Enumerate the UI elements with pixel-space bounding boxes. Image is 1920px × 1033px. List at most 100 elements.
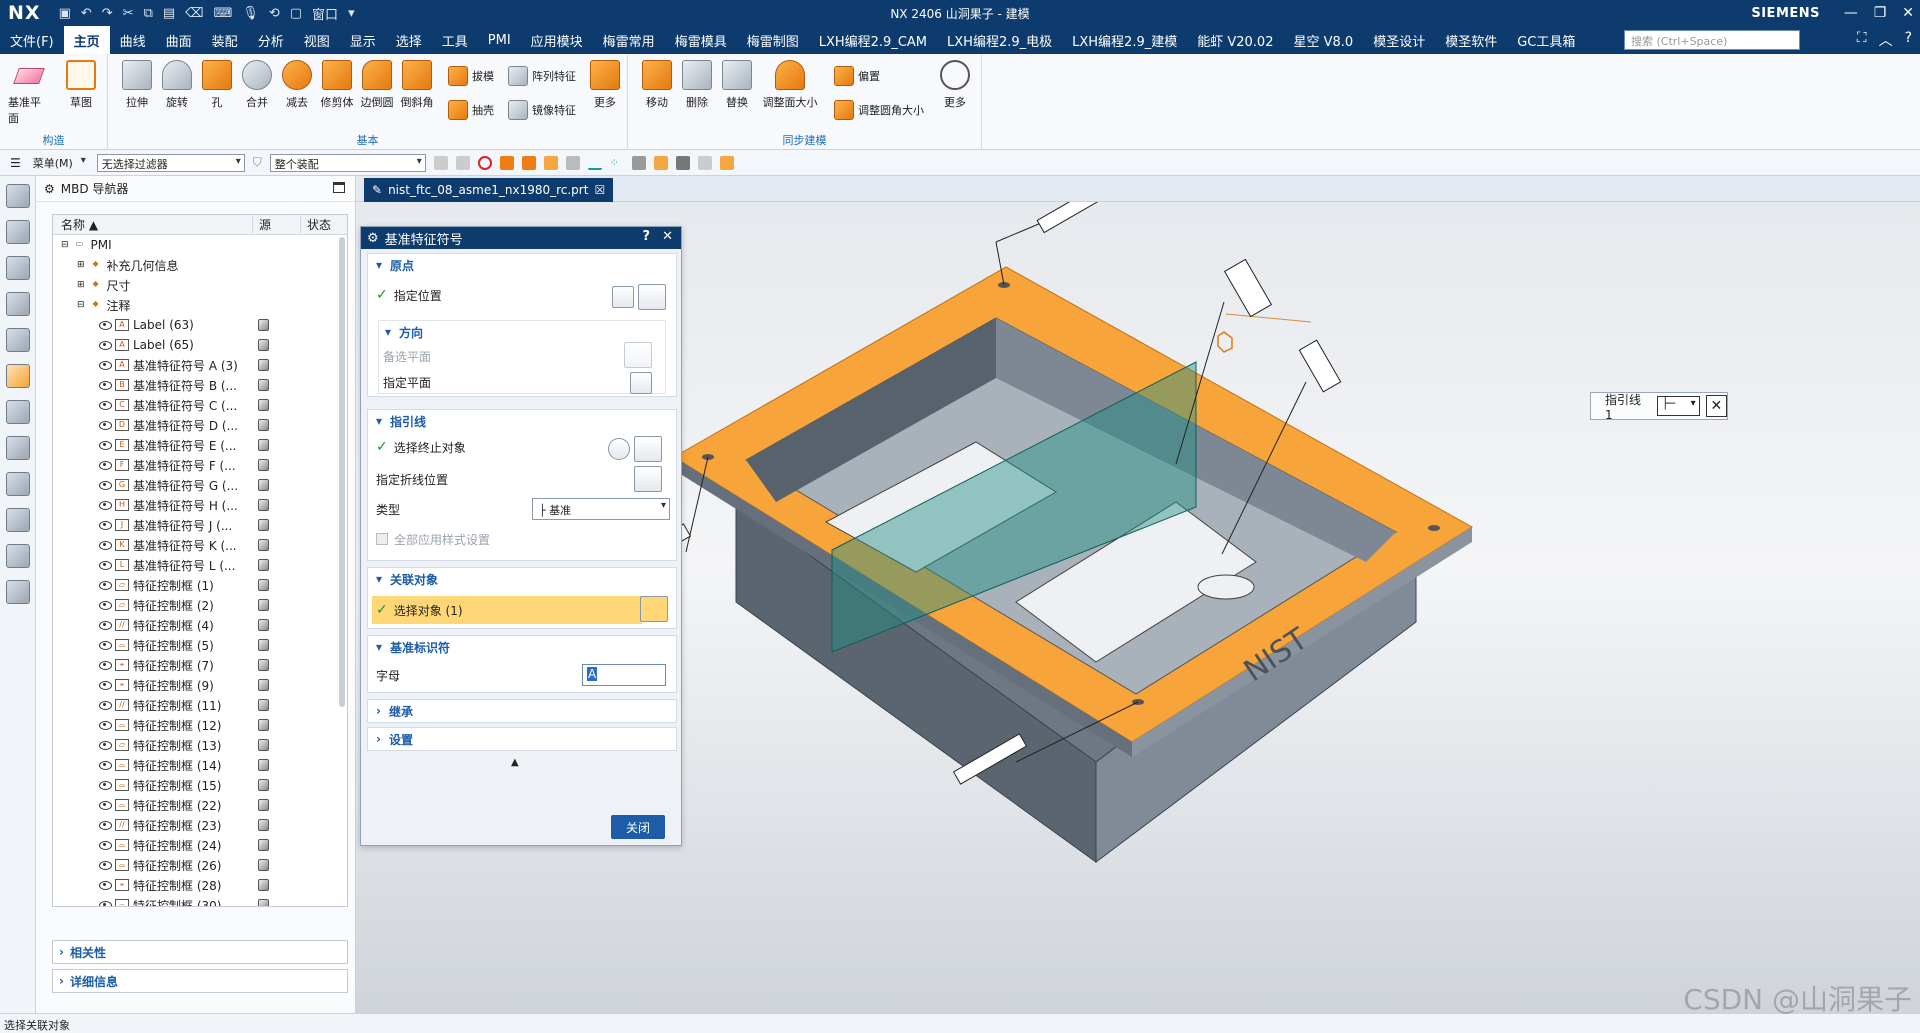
tree-node-pmi[interactable]: ⊟ ▭ PMI xyxy=(53,235,347,255)
selection-intent-icon[interactable] xyxy=(653,155,668,170)
select-general-icon[interactable] xyxy=(433,155,448,170)
box-select-icon[interactable] xyxy=(697,155,712,170)
expand-icon[interactable]: ⊞ xyxy=(77,260,85,270)
menu-file[interactable]: 文件(F) xyxy=(0,26,64,54)
visibility-eye-icon[interactable] xyxy=(99,620,112,630)
deselect-all-icon[interactable] xyxy=(477,155,492,170)
visibility-eye-icon[interactable] xyxy=(99,800,112,810)
leader-type-select[interactable]: ├ 基准 xyxy=(532,498,670,520)
window-menu[interactable]: 窗口 xyxy=(312,4,338,23)
sketch-button[interactable]: 草图 xyxy=(60,60,102,110)
column-name[interactable]: 名称 ▲ xyxy=(53,216,253,233)
tree-row-annotation[interactable]: J 基准特征符号 J (... xyxy=(53,515,347,535)
visibility-eye-icon[interactable] xyxy=(99,380,112,390)
tree-row-annotation[interactable]: H 基准特征符号 H (... xyxy=(53,495,347,515)
history-icon[interactable] xyxy=(6,508,30,532)
tree-scrollbar[interactable] xyxy=(339,237,345,707)
menu-lxh-modeling[interactable]: LXH编程2.9_建模 xyxy=(1062,26,1187,54)
select-feature-icon[interactable] xyxy=(455,155,470,170)
visibility-eye-icon[interactable] xyxy=(99,560,112,570)
visibility-eye-icon[interactable] xyxy=(99,640,112,650)
settings-gear-icon[interactable] xyxy=(6,184,30,208)
visibility-eye-icon[interactable] xyxy=(99,400,112,410)
tree-row-annotation[interactable]: ⌖ 特征控制框 (7) xyxy=(53,655,347,675)
tree-row-annotation[interactable]: ⌓ 特征控制框 (30) xyxy=(53,895,347,906)
curve-rule-icon[interactable] xyxy=(587,156,602,170)
unite-button[interactable]: 合并 xyxy=(236,60,278,110)
tree-row-annotation[interactable]: ⌖ 特征控制框 (9) xyxy=(53,675,347,695)
menu-analysis[interactable]: 分析 xyxy=(248,26,294,54)
dialog-settings-icon[interactable]: ⚙ xyxy=(367,231,379,246)
copy-icon[interactable]: ⧉ xyxy=(144,6,153,21)
move-face-button[interactable]: 移动 xyxy=(636,60,678,110)
edge-blend-button[interactable]: 边倒圆 xyxy=(356,60,398,110)
menu-display[interactable]: 显示 xyxy=(340,26,386,54)
cut-icon[interactable]: ✂ xyxy=(123,6,134,21)
section-header-settings[interactable]: › 设置 xyxy=(368,728,676,750)
visibility-eye-icon[interactable] xyxy=(99,320,112,330)
paste-icon[interactable]: ▤ xyxy=(163,6,175,21)
filter-icon[interactable]: ⛉ xyxy=(253,155,262,170)
menu-pmi[interactable]: PMI xyxy=(478,26,521,54)
close-button[interactable]: 关闭 xyxy=(611,815,665,839)
visibility-eye-icon[interactable] xyxy=(99,680,112,690)
tree-row-annotation[interactable]: A 基准特征符号 A (3) xyxy=(53,355,347,375)
repeat-command-icon[interactable]: ⟲ xyxy=(269,6,280,21)
visibility-eye-icon[interactable] xyxy=(99,480,112,490)
system-materials-icon[interactable] xyxy=(6,544,30,568)
restore-icon[interactable]: ❐ xyxy=(1874,5,1887,21)
tree-row-annotation[interactable]: K 基准特征符号 K (... xyxy=(53,535,347,555)
section-header-associated-objects[interactable]: ▾ 关联对象 xyxy=(368,568,676,590)
select-point-icon[interactable] xyxy=(565,155,580,170)
collapse-icon[interactable]: ⊟ xyxy=(77,300,85,310)
tree-row-annotation[interactable]: ⌓ 特征控制框 (12) xyxy=(53,715,347,735)
menu-icon[interactable]: ☰ xyxy=(10,156,21,170)
menu-nengxia[interactable]: 能虾 V20.02 xyxy=(1187,26,1283,54)
delete-face-button[interactable]: 删除 xyxy=(676,60,718,110)
revolve-button[interactable]: 旋转 xyxy=(156,60,198,110)
tree-row-annotation[interactable]: E 基准特征符号 E (... xyxy=(53,435,347,455)
visibility-eye-icon[interactable] xyxy=(99,520,112,530)
hd3d-tools-icon[interactable] xyxy=(6,400,30,424)
window-icon[interactable]: ▢ xyxy=(290,6,302,21)
close-icon[interactable]: ✕ xyxy=(1902,5,1914,21)
chamfer-button[interactable]: 倒斜角 xyxy=(396,60,438,110)
assembly-navigator-icon[interactable] xyxy=(6,220,30,244)
redo-icon[interactable]: ↷ xyxy=(102,6,113,21)
visibility-eye-icon[interactable] xyxy=(99,440,112,450)
tree-row-annotation[interactable]: A Label (63) xyxy=(53,315,347,335)
more-basic-button[interactable]: 更多 xyxy=(584,60,626,110)
chevron-down-icon[interactable]: ▾ xyxy=(348,6,355,21)
visibility-eye-icon[interactable] xyxy=(99,720,112,730)
tree-row-annotation[interactable]: ▱ 特征控制框 (2) xyxy=(53,595,347,615)
tree-row-annotation[interactable]: ⌓ 特征控制框 (24) xyxy=(53,835,347,855)
visibility-eye-icon[interactable] xyxy=(99,540,112,550)
menu-meilei-mold[interactable]: 梅雷模具 xyxy=(665,26,737,54)
visibility-eye-icon[interactable] xyxy=(99,880,112,890)
menu-surface[interactable]: 曲面 xyxy=(156,26,202,54)
section-settings[interactable]: › 设置 xyxy=(367,727,677,751)
tree-row-annotation[interactable]: D 基准特征符号 D (... xyxy=(53,415,347,435)
tree-row-annotation[interactable]: ▱ 特征控制框 (13) xyxy=(53,735,347,755)
role-icon[interactable] xyxy=(6,580,30,604)
feature-control-frame[interactable] xyxy=(1223,258,1273,318)
visibility-eye-icon[interactable] xyxy=(99,340,112,350)
navigator-settings-icon[interactable]: ⚙ xyxy=(44,182,55,196)
resize-face-button[interactable]: 调整面大小 xyxy=(762,60,818,110)
visibility-eye-icon[interactable] xyxy=(99,700,112,710)
minimize-icon[interactable]: — xyxy=(1844,5,1858,21)
tree-row-annotation[interactable]: B 基准特征符号 B (... xyxy=(53,375,347,395)
save-icon[interactable]: ▣ xyxy=(59,6,71,21)
details-panel[interactable]: › 详细信息 xyxy=(52,969,348,993)
text-origin-icon[interactable] xyxy=(612,286,634,308)
select-object-icon[interactable] xyxy=(634,436,662,462)
pattern-feature-button[interactable]: 阵列特征 xyxy=(508,66,576,86)
visibility-eye-icon[interactable] xyxy=(99,860,112,870)
row-select-objects[interactable]: ✓ 选择对象 (1) xyxy=(372,596,642,624)
dependencies-panel[interactable]: › 相关性 xyxy=(52,940,348,964)
row-specify-jog-location[interactable]: 指定折线位置 xyxy=(376,468,668,490)
menu-dropdown[interactable]: 菜单(M) xyxy=(29,154,89,172)
tree-row-annotation[interactable]: C 基准特征符号 C (... xyxy=(53,395,347,415)
tree-node-supplemental[interactable]: ⊞ ◆ 补充几何信息 xyxy=(53,255,347,275)
tab-close-icon[interactable]: ☒ xyxy=(594,183,605,197)
